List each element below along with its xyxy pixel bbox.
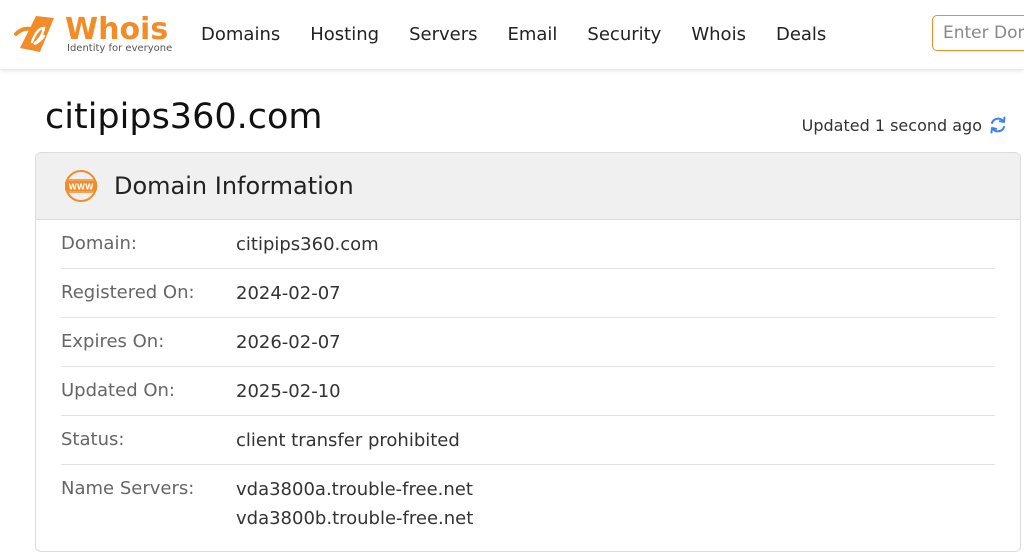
nav-domains[interactable]: Domains <box>186 0 295 69</box>
name-server-2: vda3800b.trouble-free.net <box>236 508 474 529</box>
row-label-name-servers: Name Servers: <box>61 478 195 499</box>
main-nav: Domains Hosting Servers Email Security W… <box>186 0 841 69</box>
table-row: Registered On: 2024-02-07 <box>61 269 995 318</box>
row-value-domain: citipips360.com <box>236 234 379 255</box>
table-row: Status: client transfer prohibited <box>61 416 995 465</box>
nav-hosting[interactable]: Hosting <box>295 0 394 69</box>
domain-info-table: Domain: citipips360.com Registered On: 2… <box>36 220 1020 545</box>
logo-mark-icon <box>14 16 54 52</box>
table-row: Updated On: 2025-02-10 <box>61 367 995 416</box>
row-value-registered-on: 2024-02-07 <box>236 283 341 304</box>
domain-search-input[interactable] <box>932 15 1024 51</box>
card-title: Domain Information <box>114 172 354 200</box>
row-value-expires-on: 2026-02-07 <box>236 332 341 353</box>
card-header: WWW Domain Information <box>36 153 1020 220</box>
logo-tagline: Identity for everyone <box>67 43 173 54</box>
row-label-updated-on: Updated On: <box>61 380 175 401</box>
row-label-status: Status: <box>61 429 125 450</box>
updated-status: Updated 1 second ago <box>802 113 1008 137</box>
refresh-icon[interactable] <box>988 115 1008 135</box>
table-row: Domain: citipips360.com <box>61 220 995 269</box>
updated-text: Updated 1 second ago <box>801 115 982 135</box>
nav-whois[interactable]: Whois <box>676 0 761 69</box>
row-label-domain: Domain: <box>61 233 137 254</box>
nav-servers[interactable]: Servers <box>394 0 492 69</box>
nav-deals[interactable]: Deals <box>761 0 841 69</box>
row-label-expires-on: Expires On: <box>61 331 165 352</box>
nav-email[interactable]: Email <box>492 0 572 69</box>
name-server-list: vda3800a.trouble-free.net vda3800b.troub… <box>236 477 473 533</box>
domain-information-card: WWW Domain Information Domain: citipips3… <box>35 152 1021 552</box>
whois-logo[interactable]: Whois Identity for everyone <box>14 12 174 58</box>
www-globe-icon: WWW <box>65 170 97 202</box>
nav-security[interactable]: Security <box>572 0 676 69</box>
top-navigation-bar: Whois Identity for everyone Domains Host… <box>0 0 1024 70</box>
name-server-1: vda3800a.trouble-free.net <box>236 479 473 500</box>
row-value-status: client transfer prohibited <box>236 430 460 451</box>
page-title: citipips360.com <box>45 97 323 137</box>
table-row: Expires On: 2026-02-07 <box>61 318 995 367</box>
row-label-registered-on: Registered On: <box>61 282 195 303</box>
svg-text:WWW: WWW <box>69 183 95 192</box>
table-row: Name Servers: vda3800a.trouble-free.net … <box>61 465 995 545</box>
row-value-updated-on: 2025-02-10 <box>236 381 341 402</box>
